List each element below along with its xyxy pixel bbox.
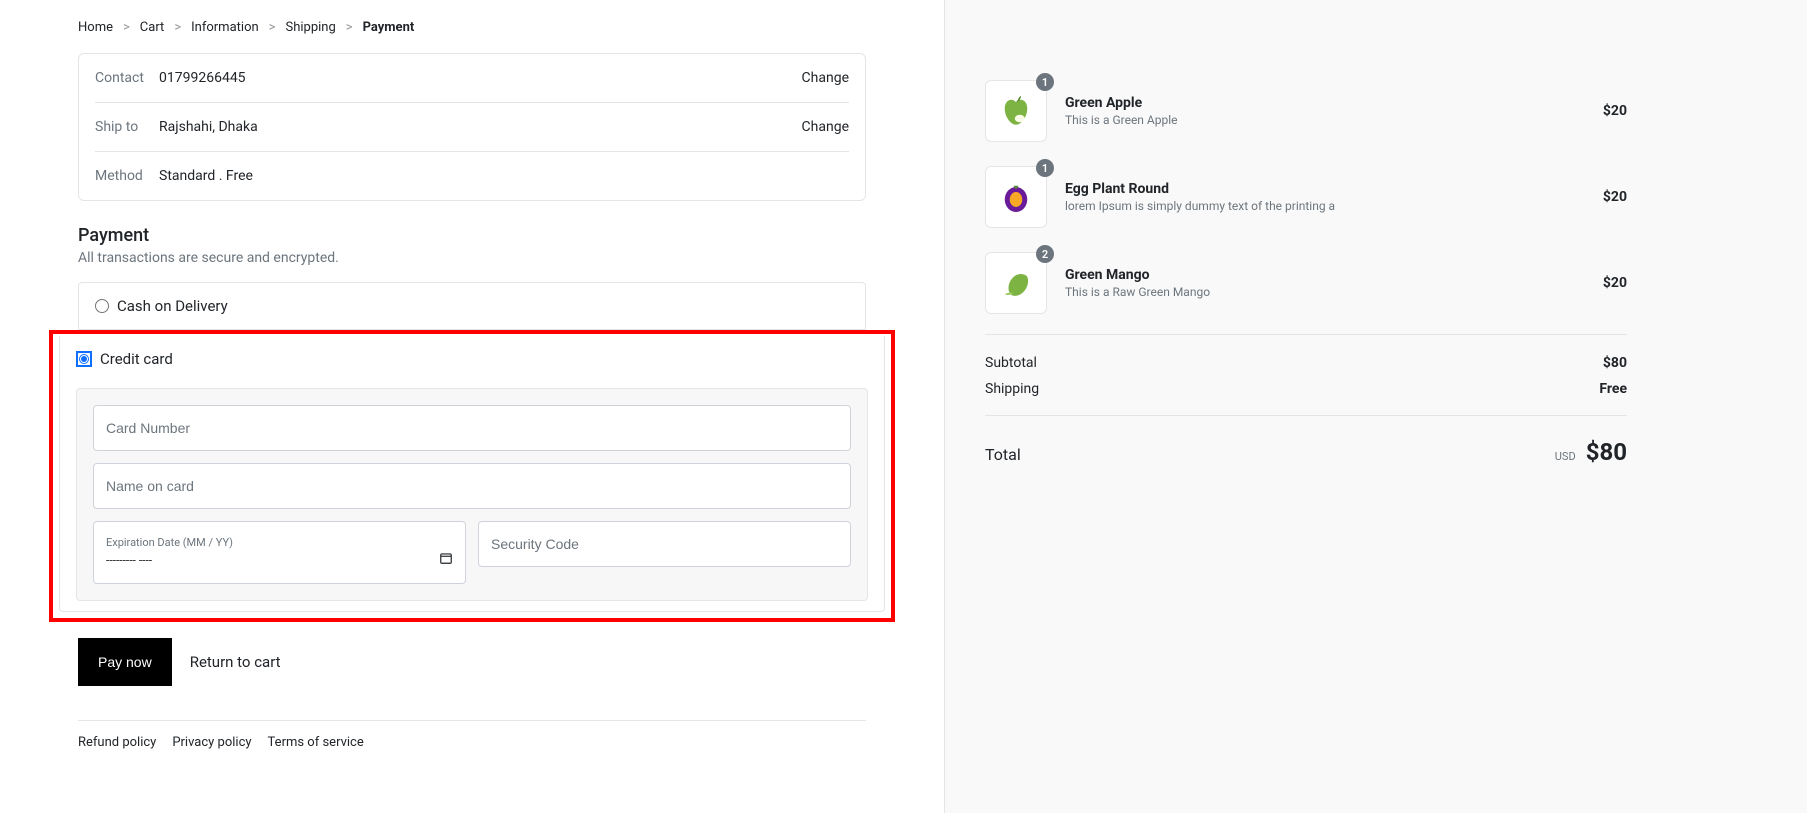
product-thumb: 1 — [985, 166, 1047, 228]
actions-row: Pay now Return to cart — [78, 638, 866, 721]
cc-label: Credit card — [100, 350, 173, 368]
summary-method-value: Standard . Free — [159, 168, 849, 184]
item-price: $20 — [1603, 103, 1627, 119]
cc-header[interactable]: Credit card — [76, 350, 868, 368]
summary-ship-label: Ship to — [95, 119, 159, 135]
summary-ship-row: Ship to Rajshahi, Dhaka Change — [95, 103, 849, 152]
card-form: Expiration Date (MM / YY) --------- ---- — [76, 388, 868, 601]
chevron-right-icon: > — [346, 20, 353, 35]
summary-ship-change[interactable]: Change — [802, 119, 849, 135]
breadcrumb-payment: Payment — [363, 20, 415, 35]
payment-method-cod[interactable]: Cash on Delivery — [79, 283, 865, 330]
summary-method-row: Method Standard . Free — [95, 152, 849, 200]
payment-methods: Cash on Delivery — [78, 282, 866, 330]
qty-badge: 1 — [1036, 73, 1054, 91]
qty-badge: 1 — [1036, 159, 1054, 177]
breadcrumb-home[interactable]: Home — [78, 20, 113, 35]
breadcrumb-cart[interactable]: Cart — [140, 20, 165, 35]
total-value: $80 — [1586, 438, 1627, 466]
total-label: Total — [985, 445, 1021, 464]
card-number-input[interactable] — [93, 405, 851, 451]
return-to-cart-link[interactable]: Return to cart — [190, 653, 281, 671]
breadcrumb-information[interactable]: Information — [191, 20, 259, 35]
chevron-right-icon: > — [269, 20, 276, 35]
summary-contact-row: Contact 01799266445 Change — [95, 54, 849, 103]
summary-contact-value: 01799266445 — [159, 70, 802, 86]
totals: Subtotal $80 Shipping Free — [985, 334, 1627, 397]
product-thumb: 1 — [985, 80, 1047, 142]
subtotal-label: Subtotal — [985, 355, 1037, 371]
mango-icon — [996, 263, 1036, 303]
pay-now-button[interactable]: Pay now — [78, 638, 172, 686]
item-price: $20 — [1603, 189, 1627, 205]
shipping-label: Shipping — [985, 381, 1039, 397]
expiration-date-value: --------- ---- — [106, 553, 152, 567]
summary-contact-change[interactable]: Change — [802, 70, 849, 86]
total-currency: USD — [1555, 450, 1576, 463]
cc-radio-wrap[interactable] — [76, 351, 92, 367]
credit-card-highlight: Credit card Expiration Date (MM — [49, 330, 895, 622]
summary-method-label: Method — [95, 168, 159, 184]
security-code-input[interactable] — [478, 521, 851, 567]
shipping-value: Free — [1599, 381, 1627, 397]
chevron-right-icon: > — [123, 20, 130, 35]
breadcrumb: Home > Cart > Information > Shipping > P… — [78, 20, 866, 35]
cart-item: 2 Green Mango This is a Raw Green Mango … — [985, 252, 1627, 314]
item-desc: This is a Raw Green Mango — [1065, 285, 1585, 299]
cart-item: 1 Green Apple This is a Green Apple $20 — [985, 80, 1627, 142]
item-name: Green Mango — [1065, 267, 1585, 283]
summary-ship-value: Rajshahi, Dhaka — [159, 119, 802, 135]
subtotal-value: $80 — [1603, 355, 1627, 371]
cart-items: 1 Green Apple This is a Green Apple $20 … — [985, 80, 1627, 314]
summary-box: Contact 01799266445 Change Ship to Rajsh… — [78, 53, 866, 201]
grand-total: Total USD $80 — [985, 415, 1627, 466]
terms-of-service-link[interactable]: Terms of service — [268, 735, 364, 750]
item-price: $20 — [1603, 275, 1627, 291]
eggplant-icon — [996, 177, 1036, 217]
expiration-date-input[interactable]: Expiration Date (MM / YY) --------- ---- — [93, 521, 466, 584]
item-name: Egg Plant Round — [1065, 181, 1585, 197]
footer-links: Refund policy Privacy policy Terms of se… — [78, 721, 866, 750]
item-desc: This is a Green Apple — [1065, 113, 1585, 127]
product-thumb: 2 — [985, 252, 1047, 314]
payment-subtitle: All transactions are secure and encrypte… — [78, 250, 866, 266]
calendar-icon[interactable] — [439, 551, 453, 569]
name-on-card-input[interactable] — [93, 463, 851, 509]
qty-badge: 2 — [1036, 245, 1054, 263]
summary-contact-label: Contact — [95, 70, 159, 86]
breadcrumb-shipping[interactable]: Shipping — [285, 20, 335, 35]
cc-radio[interactable] — [79, 354, 89, 364]
refund-policy-link[interactable]: Refund policy — [78, 735, 156, 750]
cart-item: 1 Egg Plant Round lorem Ipsum is simply … — [985, 166, 1627, 228]
payment-title: Payment — [78, 225, 866, 246]
privacy-policy-link[interactable]: Privacy policy — [172, 735, 251, 750]
expiration-date-label: Expiration Date (MM / YY) — [106, 536, 453, 549]
cod-label: Cash on Delivery — [117, 297, 228, 315]
cod-radio[interactable] — [95, 299, 109, 313]
item-desc: lorem Ipsum is simply dummy text of the … — [1065, 199, 1585, 213]
payment-method-cc: Credit card Expiration Date (MM — [60, 336, 884, 611]
item-name: Green Apple — [1065, 95, 1585, 111]
apple-icon — [996, 91, 1036, 131]
payment-method-cc-container: Credit card Expiration Date (MM — [59, 336, 885, 612]
chevron-right-icon: > — [174, 20, 181, 35]
